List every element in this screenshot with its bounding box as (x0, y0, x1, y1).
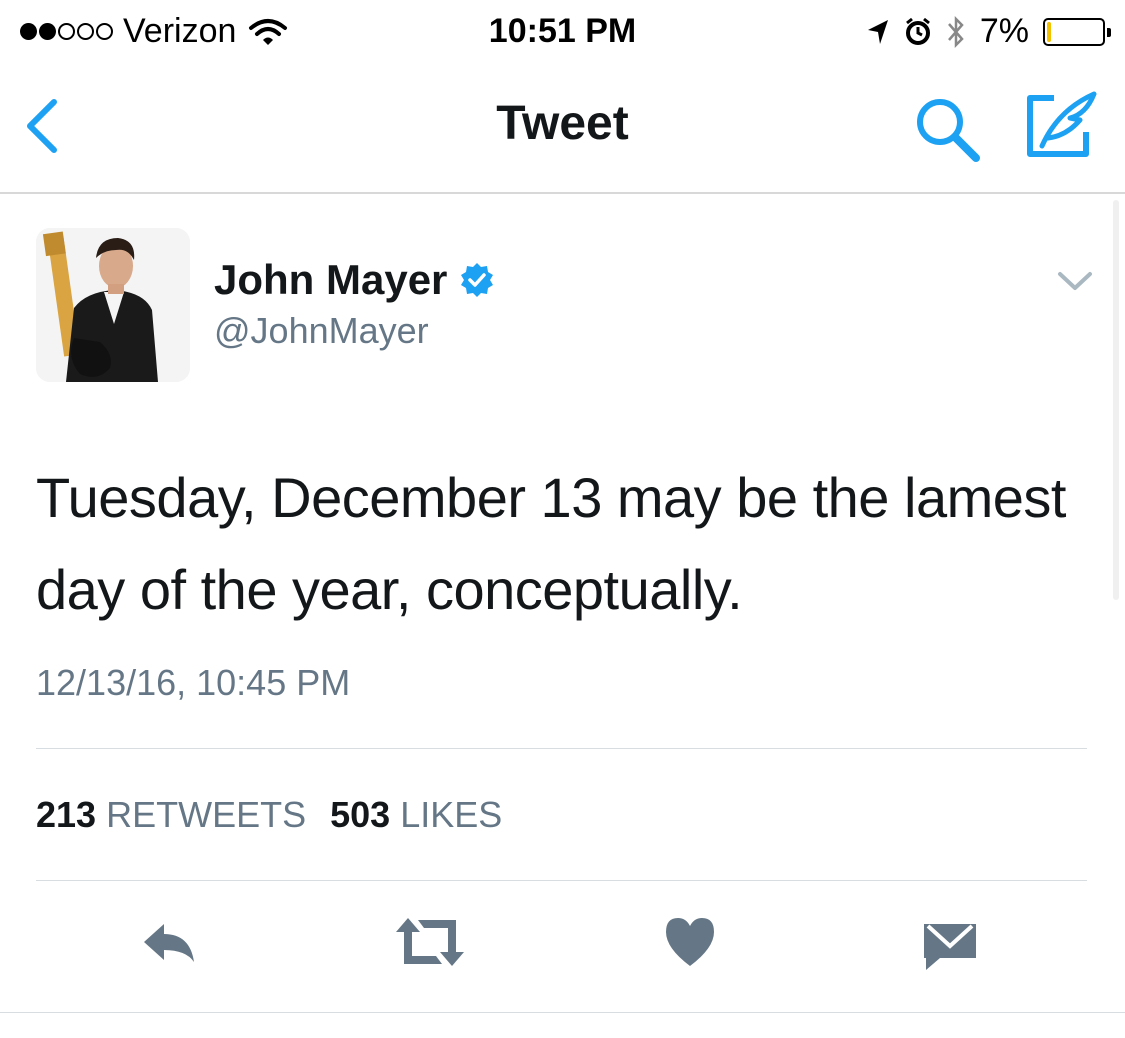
direct-message-icon[interactable] (922, 912, 978, 972)
tweet-stats: 213 RETWEETS 503 LIKES (36, 794, 502, 836)
retweets-count: 213 (36, 794, 97, 835)
bottom-divider (0, 1012, 1125, 1013)
status-bar: Verizon 10:51 PM 7% (0, 0, 1125, 64)
compose-icon[interactable] (1020, 88, 1100, 164)
divider (36, 880, 1087, 881)
likes-count: 503 (330, 794, 391, 835)
battery-icon (1043, 17, 1111, 46)
battery-nub (1107, 27, 1111, 37)
retweets-stat[interactable]: 213 RETWEETS (36, 794, 306, 835)
author-handle[interactable]: @JohnMayer (214, 310, 429, 352)
battery-percent: 7% (979, 12, 1029, 50)
tweet-actions (0, 912, 1125, 982)
like-icon[interactable] (664, 912, 716, 972)
author-name-row[interactable]: John Mayer (214, 256, 495, 304)
tweet-timestamp: 12/13/16, 10:45 PM (36, 662, 351, 703)
nav-bar: Tweet (0, 64, 1125, 194)
status-right: 7% (866, 12, 1111, 51)
scrollbar[interactable] (1113, 200, 1119, 600)
location-arrow-icon (867, 19, 888, 44)
alarm-icon (905, 17, 930, 45)
retweet-icon[interactable] (394, 912, 466, 972)
bluetooth-icon (947, 15, 964, 48)
likes-label: LIKES (400, 794, 503, 835)
search-icon[interactable] (912, 94, 984, 164)
battery-fill (1047, 21, 1051, 42)
likes-stat[interactable]: 503 LIKES (330, 794, 502, 835)
avatar-photo (36, 228, 190, 382)
chevron-down-icon[interactable] (1054, 264, 1096, 298)
avatar[interactable] (36, 228, 190, 382)
author-name[interactable]: John Mayer (214, 256, 447, 304)
retweets-label: RETWEETS (106, 794, 307, 835)
divider (36, 748, 1087, 749)
reply-icon[interactable] (140, 912, 200, 972)
tweet-text: Tuesday, December 13 may be the lamest d… (36, 466, 1066, 621)
verified-badge-icon (461, 263, 494, 297)
